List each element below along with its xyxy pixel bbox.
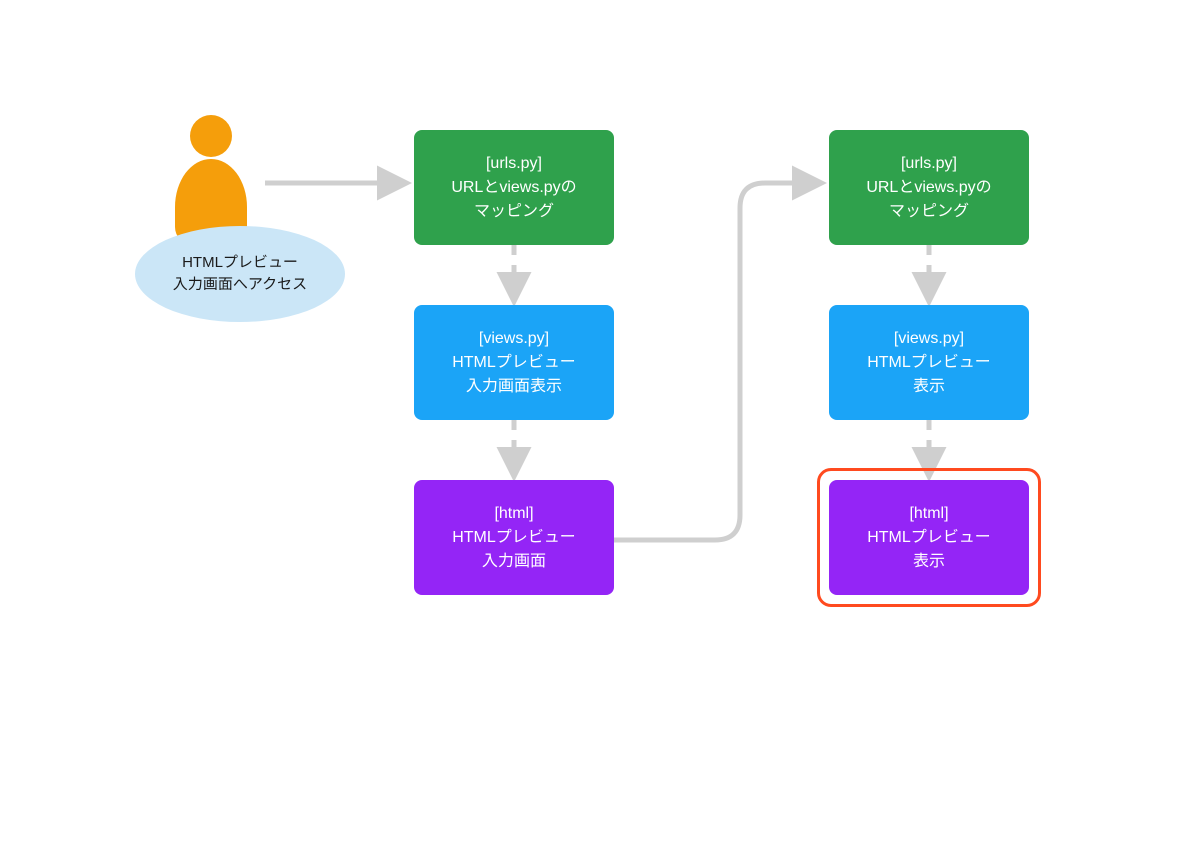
node-right-html-line3: 表示 [913,550,945,574]
annotation-ellipse: HTMLプレビュー 入力画面へアクセス [135,226,345,322]
node-left-urls-line1: [urls.py] [486,152,542,176]
node-left-urls: [urls.py] URLとviews.pyの マッピング [414,130,614,245]
node-left-html-line3: 入力画面 [482,550,546,574]
node-right-views-line2: HTMLプレビュー [867,351,991,375]
annotation-line1: HTMLプレビュー [182,252,298,275]
node-right-html-line2: HTMLプレビュー [867,526,991,550]
node-left-html-line1: [html] [494,502,533,526]
node-right-html-line1: [html] [909,502,948,526]
node-left-views-line1: [views.py] [479,327,549,351]
node-right-urls: [urls.py] URLとviews.pyの マッピング [829,130,1029,245]
node-right-views: [views.py] HTMLプレビュー 表示 [829,305,1029,420]
node-left-views-line3: 入力画面表示 [466,375,562,399]
node-right-urls-line3: マッピング [889,200,969,224]
node-left-views: [views.py] HTMLプレビュー 入力画面表示 [414,305,614,420]
diagram-canvas: HTMLプレビュー 入力画面へアクセス [urls.py] URLとviews.… [0,0,1200,857]
node-left-urls-line2: URLとviews.pyの [451,176,576,200]
node-right-views-line1: [views.py] [894,327,964,351]
node-left-urls-line3: マッピング [474,200,554,224]
node-right-urls-line1: [urls.py] [901,152,957,176]
node-left-html-line2: HTMLプレビュー [452,526,576,550]
arrow-left-html-to-right-urls [614,183,820,540]
node-left-html: [html] HTMLプレビュー 入力画面 [414,480,614,595]
actor-head [190,115,232,157]
node-left-views-line2: HTMLプレビュー [452,351,576,375]
node-right-urls-line2: URLとviews.pyの [866,176,991,200]
node-right-html: [html] HTMLプレビュー 表示 [829,480,1029,595]
annotation-line2: 入力画面へアクセス [173,274,307,297]
node-right-views-line3: 表示 [913,375,945,399]
